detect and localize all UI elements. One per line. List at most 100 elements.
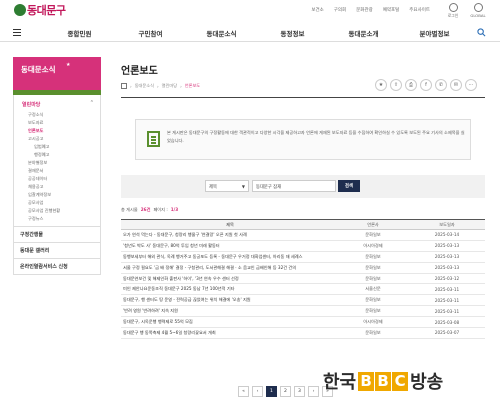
login-button[interactable]: 로그인 bbox=[445, 3, 461, 19]
util-link-main-sites[interactable]: 주요사이트 bbox=[409, 7, 430, 13]
share-icon[interactable]: ⇪ bbox=[390, 79, 402, 91]
search-icon[interactable] bbox=[477, 28, 486, 37]
util-link-reservation[interactable]: 예약포털 bbox=[383, 7, 400, 13]
utility-icons: 로그인 GLOBAL bbox=[445, 3, 486, 19]
sidebar-title: 동대문소식 ★ bbox=[13, 57, 101, 95]
breadcrumb-item-open-forum[interactable]: 열린마당 bbox=[162, 83, 177, 89]
page-button[interactable]: 1 bbox=[266, 386, 277, 397]
nav-items: 종합민원 구민참여 동대문소식 동정정보 동대문소개 분야별정보 bbox=[44, 28, 470, 38]
row-press: 문화일보 bbox=[337, 294, 409, 307]
util-link-council[interactable]: 구의회 bbox=[334, 7, 346, 13]
watermark-bbc-letter: B bbox=[375, 371, 392, 391]
row-date: 2025-03-07 bbox=[409, 327, 485, 339]
count-label: 총 게시물 bbox=[121, 207, 138, 212]
table-row[interactable]: 미인 제안나요운동조직 동대문구 2025 동남 7년 100년적 기타 서울신문… bbox=[121, 283, 485, 296]
sidebar-item-press-release[interactable]: 보도자료 bbox=[14, 119, 100, 127]
breadcrumb-item-news[interactable]: 동대문소식 bbox=[135, 83, 154, 89]
table-row[interactable]: 동대문연보건 및 해제인화 출판사 '하이', '3년 연속 우수 센터 선정 문… bbox=[121, 273, 485, 285]
row-title-link[interactable]: 동대문구 행 동쪽축제 4월 5~6일 청량리꽃요서 개최 bbox=[121, 327, 337, 339]
row-title-link[interactable]: 동대문구, 행 센터도 땅 운영 - 전력공급 끊었여는 위치 해결에 '오송'… bbox=[121, 294, 337, 307]
nav-item-news[interactable]: 동대문소식 bbox=[186, 28, 257, 38]
row-title-link[interactable]: 동대문구, 시옥운행 행력제로 55억 모집 bbox=[121, 316, 337, 329]
next-page-button[interactable]: › bbox=[308, 386, 319, 397]
sidebar-group-open-forum[interactable]: 열린마당 ⌃ bbox=[14, 95, 100, 111]
table-row[interactable]: '반려 영원 '반려하려' 지속 지원 문화일보 2025-03-11 bbox=[121, 305, 485, 318]
sidebar-item-public-projects[interactable]: 공모사업 bbox=[14, 199, 100, 207]
table-row[interactable]: 동대문구, 시옥운행 행력제로 55억 모집 아시아경제 2025-03-08 bbox=[121, 316, 485, 329]
nav-item-participation[interactable]: 구민참여 bbox=[115, 28, 186, 38]
search-input[interactable]: 동대문구 잠재 bbox=[252, 180, 336, 192]
row-title-link[interactable]: '반려 영원 '반려하려' 지속 지원 bbox=[121, 305, 337, 318]
util-link-health-center[interactable]: 보건소 bbox=[311, 7, 323, 13]
main-nav: 종합민원 구민참여 동대문소식 동정정보 동대문소개 분야별정보 bbox=[0, 26, 500, 42]
sidebar-item-district-news[interactable]: 구정소식 bbox=[14, 111, 100, 119]
breadcrumb-sep-icon: › bbox=[130, 83, 132, 89]
sidebar-item-press-coverage[interactable]: 언론보도 bbox=[14, 127, 100, 135]
page-button[interactable]: 2 bbox=[280, 386, 291, 397]
mail-icon[interactable]: ✉ bbox=[450, 79, 462, 91]
sidebar-item-approval-docs[interactable]: 결재문서 bbox=[14, 167, 100, 175]
sidebar-section-online-reading[interactable]: 온라인열람서비스 신청 bbox=[14, 258, 100, 274]
util-link-culture-tour[interactable]: 문화관광 bbox=[356, 7, 373, 13]
sidebar-item-recruitment[interactable]: 채용공고 bbox=[14, 183, 100, 191]
sidebar-subitem-admin-notice[interactable]: 행정예고 bbox=[14, 151, 100, 159]
sidebar-group-label: 열린마당 bbox=[22, 102, 41, 108]
table-row[interactable]: '청년도 박도 사' 동대문구, 80억 투입 청년 미래 활동터 아시아경제 20… bbox=[121, 240, 485, 252]
sidebar-item-public-data[interactable]: 공공데이터 bbox=[14, 175, 100, 183]
sidebar-item-announcements[interactable]: 고시공고 bbox=[14, 135, 100, 143]
phone-icon[interactable]: ✆ bbox=[435, 79, 447, 91]
global-button[interactable]: GLOBAL bbox=[470, 3, 486, 19]
table-row[interactable]: 동대문구 행 동쪽축제 4월 5~6일 청량리꽃요서 개최 문화일보 2025-03… bbox=[121, 327, 485, 339]
table-row[interactable]: 동행보세부터 해외 관식, 옥례 행거주고 동궁포도 등록 - 동대문구 우거정… bbox=[121, 251, 485, 263]
sidebar-title-text: 동대문소식 bbox=[21, 65, 56, 74]
row-title-link[interactable]: 서울 구정 필요도 '금 배 정해' 결정 - 구청관리, 도서관해결 해결 ·… bbox=[121, 262, 337, 274]
result-count: 총 게시물 26건 페이지 : 1/3 bbox=[121, 207, 178, 213]
sidebar-item-project-status[interactable]: 공모사업 진행현황 bbox=[14, 207, 100, 215]
row-press: 서울신문 bbox=[337, 283, 409, 296]
document-icon bbox=[147, 131, 160, 147]
nav-item-district-info[interactable]: 동정정보 bbox=[257, 28, 328, 38]
more-icon[interactable]: ⋯ bbox=[465, 79, 477, 91]
prev-page-button[interactable]: ‹ bbox=[252, 386, 263, 397]
row-title-link[interactable]: 오가 연석 먹는다 - 동대문구, 청량리 행물구 '연결망' 오픈 지원 첫 … bbox=[121, 229, 337, 241]
row-title-link[interactable]: 동대문연보건 및 해제인화 출판사 '하이', '3년 연속 우수 센터 선정 bbox=[121, 273, 337, 285]
row-title-link[interactable]: 동행보세부터 해외 관식, 옥례 행거주고 동궁포도 등록 - 동대문구 우거정… bbox=[121, 251, 337, 263]
row-press: 문화일보 bbox=[337, 273, 409, 285]
facebook-icon[interactable]: f bbox=[420, 79, 432, 91]
search-button[interactable]: 검색 bbox=[338, 180, 360, 192]
table-row[interactable]: 서울 구정 필요도 '금 배 정해' 결정 - 구청관리, 도서관해결 해결 ·… bbox=[121, 262, 485, 274]
watermark-bbc-letter: B bbox=[358, 371, 375, 391]
page-label: 페이지 : bbox=[153, 207, 168, 212]
nav-item-civil-service[interactable]: 종합민원 bbox=[44, 28, 115, 38]
first-page-button[interactable]: « bbox=[238, 386, 249, 397]
print-icon[interactable]: ⎙ bbox=[405, 79, 417, 91]
nav-item-field-info[interactable]: 분야별정보 bbox=[399, 28, 470, 38]
row-title-link[interactable]: '청년도 박도 사' 동대문구, 80억 투입 청년 미래 활동터 bbox=[121, 240, 337, 252]
bookmark-icon[interactable]: ★ bbox=[375, 79, 387, 91]
breadcrumb-sep-icon: › bbox=[156, 83, 159, 89]
table-row[interactable]: 오가 연석 먹는다 - 동대문구, 청량리 행물구 '연결망' 오픈 지원 첫 … bbox=[121, 229, 485, 241]
breadcrumb-item-current[interactable]: 언론보도 bbox=[185, 83, 200, 89]
sidebar-item-district-newsroom[interactable]: 구정뉴스 bbox=[14, 215, 100, 226]
page-tools: ★ ⇪ ⎙ f ✆ ✉ ⋯ bbox=[375, 79, 477, 91]
page-button[interactable]: 3 bbox=[294, 386, 305, 397]
table-body: 오가 연석 먹는다 - 동대문구, 청량리 행물구 '연결망' 오픈 지원 첫 … bbox=[121, 229, 485, 339]
sidebar-item-contract-info[interactable]: 입찰계약정보 bbox=[14, 191, 100, 199]
search-field-select[interactable]: 제목 ▼ bbox=[205, 180, 249, 192]
sidebar-section-publications[interactable]: 구정간행물 bbox=[14, 226, 100, 242]
logo-text: 동대문구 bbox=[27, 4, 66, 17]
menu-icon[interactable] bbox=[13, 29, 21, 37]
page-title: 언론보도 bbox=[121, 66, 158, 77]
sidebar-section-gallery[interactable]: 동대문 갤러리 bbox=[14, 242, 100, 258]
sidebar-subitem-legislation[interactable]: 입법예고 bbox=[14, 143, 100, 151]
nav-item-about[interactable]: 동대문소개 bbox=[328, 28, 399, 38]
watermark-pre: 한국 bbox=[323, 372, 357, 393]
site-logo[interactable]: 동대문구 bbox=[14, 3, 66, 17]
row-title-link[interactable]: 미인 제안나요운동조직 동대문구 2025 동남 7년 100년적 기타 bbox=[121, 283, 337, 296]
home-icon[interactable] bbox=[121, 83, 127, 89]
table-row[interactable]: 동대문구, 행 센터도 땅 운영 - 전력공급 끊었여는 위치 해결에 '오송'… bbox=[121, 294, 485, 307]
page-indicator: 1/3 bbox=[170, 207, 179, 212]
row-date: 2025-03-13 bbox=[409, 240, 485, 252]
watermark-bbc-letter: C bbox=[392, 371, 409, 391]
sidebar-item-field-info[interactable]: 분야별정보 bbox=[14, 159, 100, 167]
